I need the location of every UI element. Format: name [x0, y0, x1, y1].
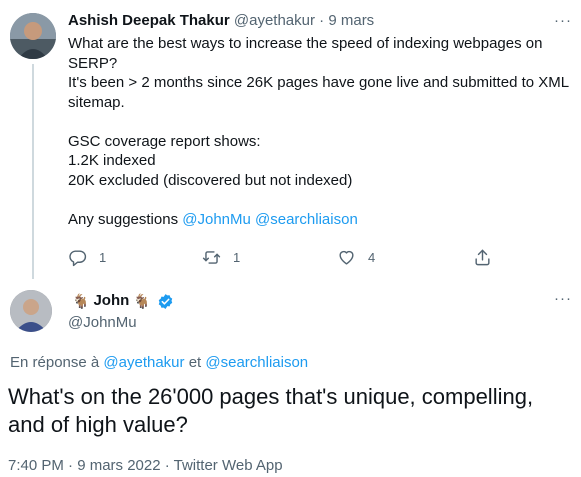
reply-tweet-text: What's on the 26'000 pages that's unique… — [8, 383, 578, 439]
tweet-actions: 1 1 4 — [68, 247, 498, 267]
thread-connector-line — [32, 64, 34, 279]
reply-button[interactable]: 1 — [68, 247, 106, 267]
mention-johnmu[interactable]: @JohnMu — [182, 211, 251, 228]
author-name[interactable]: Ashish Deepak Thakur — [68, 12, 230, 29]
author-handle[interactable]: @ayethakur — [234, 12, 315, 29]
goat-emoji-left: 🐐 — [72, 293, 90, 309]
reply-prefix: En réponse à — [10, 354, 100, 371]
tweet-date[interactable]: 9 mars — [328, 12, 374, 29]
body-line: 20K excluded (discovered but not indexed… — [68, 171, 353, 189]
body-line: What are the best ways to increase the s… — [68, 35, 543, 52]
reply-text-line: and of high value? — [8, 412, 188, 437]
share-button[interactable] — [473, 247, 492, 267]
reply-count: 1 — [99, 249, 107, 265]
body-line-suggestions: Any suggestions @JohnMu @searchliaison — [68, 210, 568, 230]
tweet-timestamp-source[interactable]: 7:40 PM · 9 mars 2022 · Twitter Web App — [8, 457, 283, 474]
mention-searchliaison[interactable]: @searchliaison — [255, 211, 358, 228]
more-options-icon[interactable]: ··· — [554, 290, 572, 307]
reply-author-name[interactable]: 🐐 John 🐐 — [68, 292, 174, 310]
goat-emoji-right: 🐐 — [133, 293, 151, 309]
body-line: 1.2K indexed — [68, 152, 156, 169]
reply-mention-ayethakur[interactable]: @ayethakur — [103, 354, 184, 371]
reply-joiner: et — [188, 354, 202, 371]
tweet-header: Ashish Deepak Thakur @ayethakur · 9 mars — [68, 12, 374, 30]
reply-author-handle[interactable]: @JohnMu — [68, 314, 137, 332]
share-icon — [475, 249, 490, 265]
like-count: 4 — [368, 249, 376, 265]
body-blank-line — [68, 190, 568, 210]
verified-badge-icon — [158, 293, 172, 309]
body-line: sitemap. — [68, 93, 125, 111]
retweet-icon — [202, 250, 221, 264]
reply-text-line: What's on the 26'000 pages that's unique… — [8, 384, 534, 409]
retweet-button[interactable]: 1 — [202, 247, 240, 267]
retweet-count: 1 — [233, 249, 241, 265]
body-blank-line — [68, 112, 568, 132]
header-separator: · — [319, 12, 325, 29]
suggestions-text: Any suggestions — [68, 210, 179, 228]
tweet-body: What are the best ways to increase the s… — [68, 34, 570, 230]
reply-icon — [69, 249, 87, 266]
avatar-ayethakur[interactable] — [10, 13, 56, 59]
reply-author-name-text: John — [93, 292, 130, 309]
heart-icon — [339, 250, 354, 265]
like-button[interactable]: 4 — [337, 247, 375, 267]
reply-mention-searchliaison[interactable]: @searchliaison — [205, 354, 308, 371]
tweet-original[interactable]: Ashish Deepak Thakur @ayethakur · 9 mars… — [0, 0, 581, 280]
reply-context: En réponse à @ayethakur et @searchliaiso… — [10, 354, 308, 371]
body-line: SERP? — [68, 54, 118, 72]
more-options-icon[interactable]: ··· — [554, 12, 572, 29]
body-line: GSC coverage report shows: — [68, 132, 261, 150]
avatar-johnmu[interactable] — [10, 290, 52, 332]
body-line: It's been > 2 months since 26K pages hav… — [68, 74, 570, 91]
